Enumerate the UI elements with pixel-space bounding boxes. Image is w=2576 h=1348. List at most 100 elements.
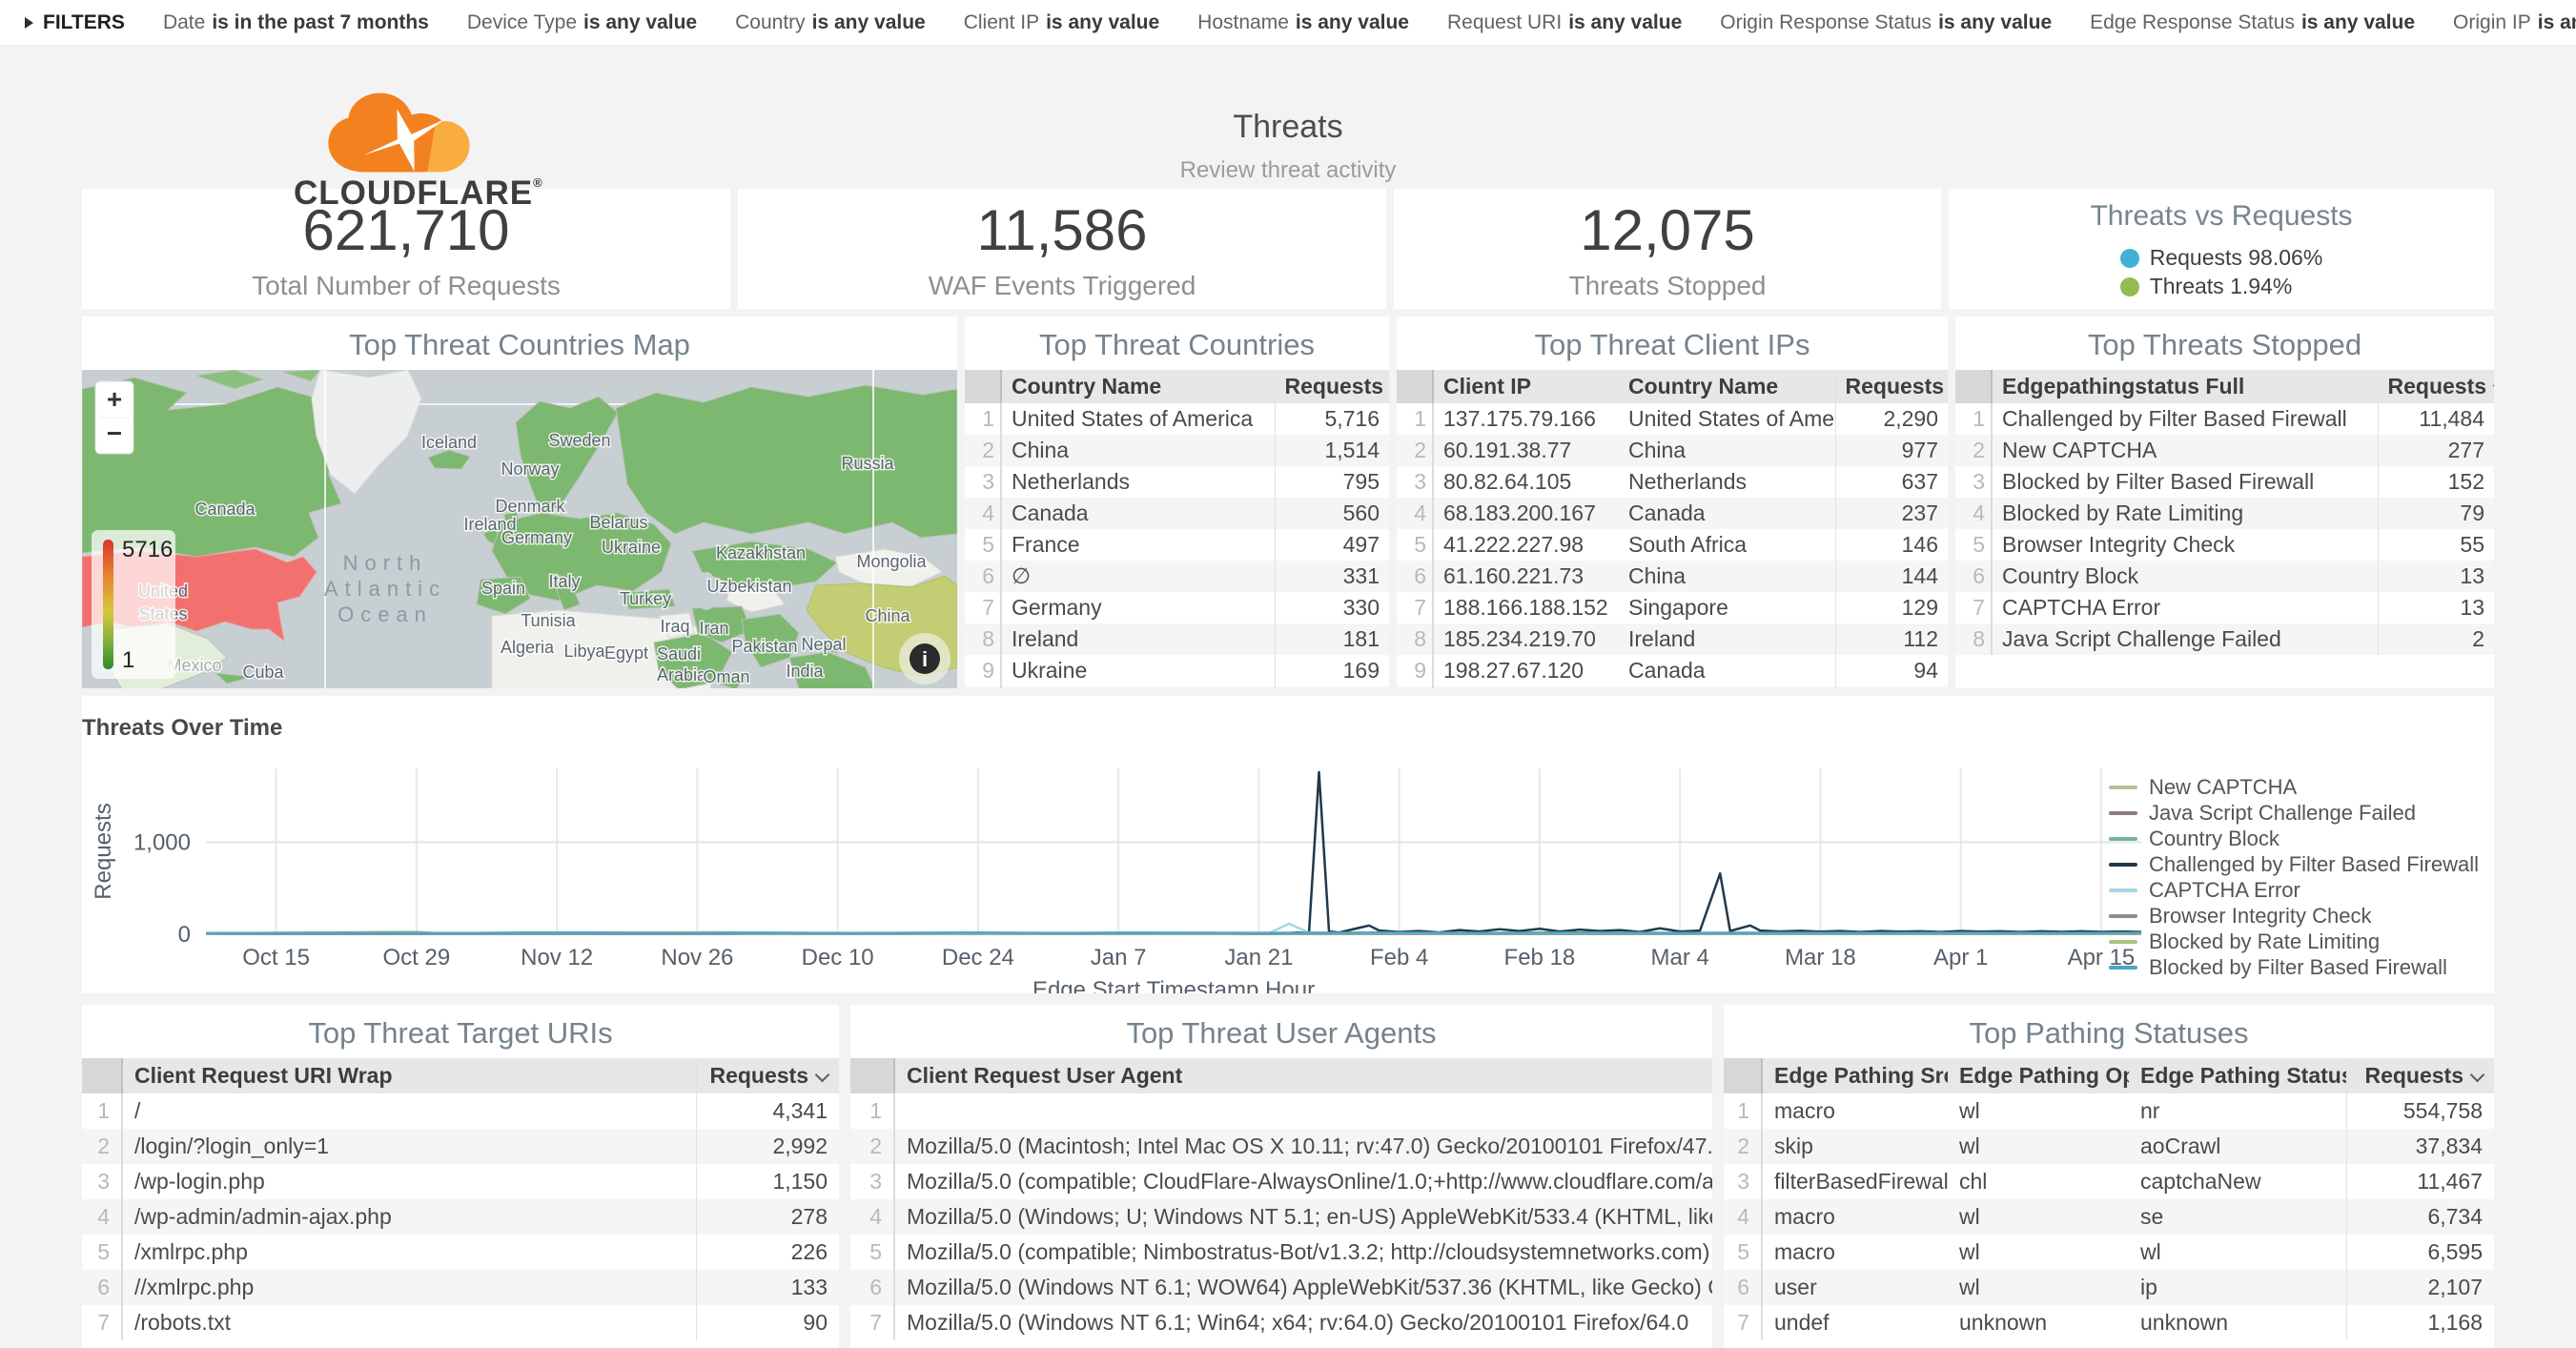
svg-text:i: i (922, 647, 928, 671)
row-rank: 4 (965, 498, 1001, 529)
table-cell: 2,107 (2346, 1270, 2494, 1305)
row-rank: 1 (850, 1093, 894, 1129)
column-header-requests[interactable]: Requests (696, 1058, 839, 1093)
filter-pill[interactable]: Hostnameis any value (1197, 11, 1409, 34)
table-row: 4Mozilla/5.0 (Windows; U; Windows NT 5.1… (850, 1199, 1712, 1235)
table-row: 260.191.38.77China977 (1397, 435, 1948, 466)
table-cell: unknown (2129, 1305, 2346, 1340)
table-cell (894, 1093, 1712, 1129)
table-row: 4macrowlse6,734 (1724, 1199, 2494, 1235)
column-header-edge-pathing-op: Edge Pathing Op (1948, 1058, 2129, 1093)
table-cell: 1,514 (1275, 435, 1389, 466)
table-cell: 11,484 (2378, 403, 2494, 435)
table-cell: Ukraine (1001, 655, 1275, 686)
table-cell: / (122, 1093, 696, 1129)
map-label: Nepal (801, 635, 846, 654)
column-header-requests[interactable]: Requests (2378, 370, 2494, 403)
table-cell: Netherlands (1619, 466, 1835, 498)
table-cell: New CAPTCHA (1992, 435, 2378, 466)
table-cell: United States of America (1001, 403, 1275, 435)
row-rank: 7 (82, 1305, 122, 1340)
table-cell: 554,758 (2346, 1093, 2494, 1129)
legend-line-icon (2109, 786, 2137, 789)
panel-title: Top Pathing Statuses (1724, 1005, 2494, 1058)
chart-legend-item: Challenged by Filter Based Firewall (2109, 851, 2479, 877)
table-row: 661.160.221.73China144 (1397, 561, 1948, 592)
table-cell: United States of America (1619, 403, 1835, 435)
map-info-icon[interactable]: i (899, 633, 951, 684)
map-label: Belarus (589, 513, 647, 532)
map-label: Arabia (657, 665, 707, 684)
column-header-requests[interactable]: Requests (1835, 370, 1948, 403)
row-rank: 4 (82, 1199, 122, 1235)
column-header-requests[interactable]: Requests (2346, 1058, 2494, 1093)
map-zoom-control[interactable]: + − (95, 381, 133, 454)
row-rank: 1 (1397, 403, 1433, 435)
table-cell: Challenged by Filter Based Firewall (1992, 403, 2378, 435)
filter-pill[interactable]: Edge Response Statusis any value (2090, 11, 2415, 34)
table-cell: 11,467 (2346, 1164, 2494, 1199)
svg-text:Feb 18: Feb 18 (1504, 945, 1576, 970)
threats-over-time-panel: Threats Over Time Oct 15Oct 29Nov 12Nov … (82, 696, 2494, 993)
row-rank: 1 (965, 403, 1001, 435)
row-rank: 3 (965, 466, 1001, 498)
world-map[interactable]: CanadaUnitedStatesMexicoCubaIcelandNorwa… (82, 370, 957, 688)
row-rank: 9 (1397, 655, 1433, 686)
row-rank: 2 (82, 1129, 122, 1164)
table-row: 1137.175.79.166United States of America2… (1397, 403, 1948, 435)
table-cell: aoCrawl (2129, 1129, 2346, 1164)
filter-pill[interactable]: Device Typeis any value (467, 11, 697, 34)
row-rank: 7 (1955, 592, 1992, 623)
filter-pill[interactable]: Request URIis any value (1447, 11, 1682, 34)
table-cell: wl (1948, 1093, 2129, 1129)
filter-pill[interactable]: Countryis any value (735, 11, 926, 34)
table-cell: wl (1948, 1235, 2129, 1270)
filter-pill[interactable]: Dateis in the past 7 months (163, 11, 429, 34)
row-rank: 8 (1397, 623, 1433, 655)
legend-dot-icon (2120, 277, 2139, 296)
table-row: 7Mozilla/5.0 (Windows NT 6.1; Win64; x64… (850, 1305, 1712, 1340)
table-row: 1United States of America5,716 (965, 403, 1389, 435)
table-cell: 13 (2378, 561, 2494, 592)
map-label: Uzbekistan (706, 577, 791, 596)
map-label: Oman (703, 667, 749, 686)
filter-pill[interactable]: Client IPis any value (964, 11, 1159, 34)
filters-toggle[interactable]: FILTERS (25, 11, 125, 34)
column-header-requests[interactable]: Requests (1275, 370, 1389, 403)
table-cell: 185.234.219.70 (1433, 623, 1619, 655)
table-cell: China (1619, 561, 1835, 592)
map-zoom-out-button: − (107, 419, 122, 448)
table-cell: 795 (1275, 466, 1389, 498)
row-rank: 2 (1397, 435, 1433, 466)
table-cell: 41.222.227.98 (1433, 529, 1619, 561)
map-label: Turkey (620, 589, 671, 608)
table-row: 3Blocked by Filter Based Firewall152 (1955, 466, 2494, 498)
table-cell: 637 (1835, 466, 1948, 498)
stat-label: WAF Events Triggered (929, 271, 1196, 301)
table-row: 6Mozilla/5.0 (Windows NT 6.1; WOW64) App… (850, 1270, 1712, 1305)
row-rank: 1 (82, 1093, 122, 1129)
panel-title: Threats Over Time (82, 715, 2494, 742)
table-cell: //xmlrpc.php (122, 1270, 696, 1305)
row-rank: 5 (1955, 529, 1992, 561)
filter-pill[interactable]: Origin Response Statusis any value (1720, 11, 2052, 34)
row-rank: 6 (1955, 561, 1992, 592)
table-cell: ip (2129, 1270, 2346, 1305)
legend-line-icon (2109, 863, 2137, 867)
map-label: Italy (548, 572, 580, 591)
table-row: 5/xmlrpc.php226 (82, 1235, 839, 1270)
table-cell: 37,834 (2346, 1129, 2494, 1164)
filter-pill[interactable]: Origin IPis any value (2453, 11, 2576, 34)
row-rank: 5 (1724, 1235, 1762, 1270)
threats-vs-requests-title: Threats vs Requests (2090, 200, 2352, 233)
sort-caret-icon (815, 1068, 830, 1083)
row-rank: 1 (1724, 1093, 1762, 1129)
table-cell: macro (1762, 1199, 1948, 1235)
table-cell: 188.166.188.152 (1433, 592, 1619, 623)
table-cell: undef (1762, 1305, 1948, 1340)
table-cell: 330 (1275, 592, 1389, 623)
table-cell: China (1619, 686, 1835, 688)
table-cell: China (1001, 435, 1275, 466)
legend-line-icon (2109, 837, 2137, 841)
top-pathing-statuses-panel: Top Pathing Statuses Edge Pathing SrcEdg… (1724, 1005, 2494, 1348)
